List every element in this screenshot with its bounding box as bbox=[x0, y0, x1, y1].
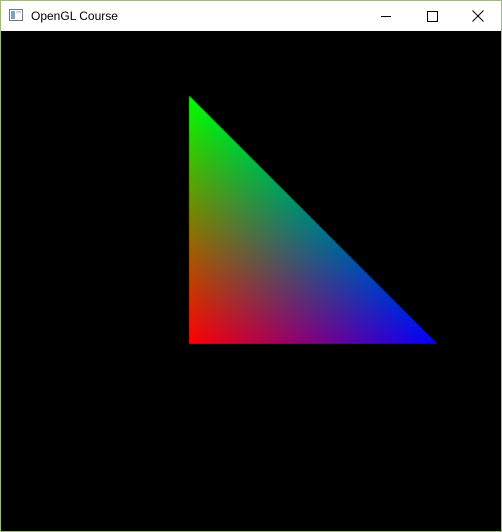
gradient-triangle bbox=[1, 31, 501, 531]
render-viewport[interactable] bbox=[1, 31, 501, 531]
app-icon bbox=[9, 9, 23, 21]
minimize-icon bbox=[381, 16, 391, 17]
title-bar[interactable]: OpenGL Course bbox=[1, 1, 501, 31]
minimize-button[interactable] bbox=[363, 1, 409, 31]
app-window: OpenGL Course bbox=[0, 0, 502, 532]
maximize-button[interactable] bbox=[409, 1, 455, 31]
maximize-icon bbox=[427, 11, 438, 22]
close-icon bbox=[472, 10, 484, 22]
window-title: OpenGL Course bbox=[31, 9, 118, 23]
close-button[interactable] bbox=[455, 1, 501, 31]
